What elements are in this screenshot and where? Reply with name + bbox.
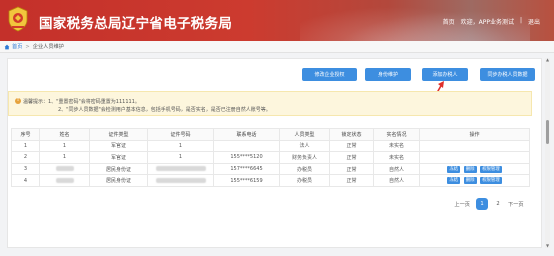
cell-id-type: 居民身份证 xyxy=(89,174,148,187)
cell-no: 3 xyxy=(11,162,40,176)
cell-id-no: 1 xyxy=(147,139,214,153)
breadcrumb-home[interactable]: 首页 xyxy=(12,43,22,50)
cell-role: 法人 xyxy=(279,139,330,153)
app-title: 国家税务总局辽宁省电子税务局 xyxy=(39,16,233,32)
breadcrumb-separator: > xyxy=(25,43,30,50)
app-header: 国家税务总局辽宁省电子税务局 首页 欢迎，APP业务测试 | 退出 xyxy=(0,0,554,41)
prev-page-link[interactable]: 上一页 xyxy=(454,201,470,208)
cell-name: 1 xyxy=(39,139,90,153)
cell-real: 未实名 xyxy=(373,151,420,164)
notice-box: ! 温馨提示：1、"重置密码"会将密码重置为111111。 2、"同步人员数据"… xyxy=(8,91,532,116)
redacted-id xyxy=(155,177,206,183)
cell-ops xyxy=(419,139,530,153)
col-header: 联系电话 xyxy=(213,128,280,141)
page-1[interactable]: 1 xyxy=(476,198,488,210)
scroll-up-icon[interactable]: ▲ xyxy=(545,58,550,62)
cell-id-no: 1 xyxy=(147,151,214,164)
cell-id-type: 军官证 xyxy=(89,139,148,153)
cell-no: 1 xyxy=(11,139,40,153)
identity-maintain-button[interactable]: 身份维护 xyxy=(365,68,411,81)
col-header: 实名情况 xyxy=(373,128,420,141)
vertical-scrollbar[interactable]: ▲ ▼ xyxy=(545,58,550,248)
cell-lock: 正常 xyxy=(329,162,374,176)
cell-phone: 155****5120 xyxy=(213,151,280,164)
cell-ops: 冻结 删除 权限管理 xyxy=(419,174,530,187)
scroll-thumb[interactable] xyxy=(546,120,549,144)
redacted-name xyxy=(55,177,74,183)
cell-id-type: 军官证 xyxy=(89,151,148,164)
home-link[interactable]: 首页 xyxy=(443,17,455,26)
pagination: 上一页 1 2 下一页 xyxy=(447,198,531,210)
cell-no: 4 xyxy=(11,174,40,187)
cell-lock: 正常 xyxy=(329,139,374,153)
permission-button[interactable]: 权限管理 xyxy=(480,177,502,185)
cell-real: 未实名 xyxy=(373,139,420,153)
notice-line-2: 2、"同步人员数据"会检测用户基本信息，包括手机号码，是否实名，是否已注册自然人… xyxy=(58,107,271,113)
breadcrumb: 首页 > 企业人员维护 xyxy=(0,41,554,53)
cell-id-no xyxy=(147,174,214,187)
welcome-user-link[interactable]: 欢迎，APP业务测试 xyxy=(461,17,514,26)
scroll-down-icon[interactable]: ▼ xyxy=(545,244,550,248)
redacted-id xyxy=(155,166,206,172)
permission-button[interactable]: 权限管理 xyxy=(480,165,502,173)
logout-link[interactable]: 退出 xyxy=(528,17,540,26)
col-header: 姓名 xyxy=(39,128,90,141)
top-links: 首页 欢迎，APP业务测试 | 退出 xyxy=(443,17,540,26)
col-header: 序号 xyxy=(11,128,40,141)
table-row: 4 居民身份证 155****6159 办税员 正常 自然人 冻结 删除 权限管… xyxy=(11,174,530,187)
tax-emblem-icon xyxy=(8,6,28,32)
next-page-link[interactable]: 下一页 xyxy=(508,201,524,208)
cell-role: 办税员 xyxy=(279,162,330,176)
col-header: 锁定状态 xyxy=(329,128,374,141)
table-row: 3 居民身份证 157****6645 办税员 正常 自然人 冻结 删除 权限管… xyxy=(11,162,530,176)
cell-ops: 冻结 删除 权限管理 xyxy=(419,162,530,176)
modify-company-auth-button[interactable]: 修改企业授权 xyxy=(302,68,357,81)
freeze-button[interactable]: 冻结 xyxy=(447,165,461,173)
cell-real: 自然人 xyxy=(373,174,420,187)
cell-name xyxy=(39,162,90,176)
col-header: 证件号码 xyxy=(147,128,214,141)
delete-button[interactable]: 删除 xyxy=(463,177,477,185)
cell-no: 2 xyxy=(11,151,40,164)
cell-name: 1 xyxy=(39,151,90,164)
redacted-name xyxy=(55,166,74,172)
freeze-button[interactable]: 冻结 xyxy=(447,177,461,185)
cell-id-type: 居民身份证 xyxy=(89,162,148,176)
home-icon xyxy=(4,44,10,49)
cell-id-no xyxy=(147,162,214,176)
cell-ops xyxy=(419,151,530,164)
sync-agent-data-button[interactable]: 同步办税人员数据 xyxy=(480,68,535,81)
cell-lock: 正常 xyxy=(329,151,374,164)
cell-name xyxy=(39,174,90,187)
table-row: 2 1 军官证 1 155****5120 财务负责人 正常 未实名 xyxy=(11,151,530,164)
col-header: 证件类型 xyxy=(89,128,148,141)
col-header: 操作 xyxy=(419,128,530,141)
cell-phone xyxy=(213,139,280,153)
cell-role: 办税员 xyxy=(279,174,330,187)
cell-role: 财务负责人 xyxy=(279,151,330,164)
table-row: 1 1 军官证 1 法人 正常 未实名 xyxy=(11,139,530,153)
cell-phone: 157****6645 xyxy=(213,162,280,176)
breadcrumb-current: 企业人员维护 xyxy=(32,44,64,50)
cell-phone: 155****6159 xyxy=(213,174,280,187)
separator: | xyxy=(519,17,522,24)
info-icon: ! xyxy=(15,98,21,104)
delete-button[interactable]: 删除 xyxy=(463,165,477,173)
cell-lock: 正常 xyxy=(329,174,374,187)
page-2[interactable]: 2 xyxy=(492,198,504,210)
notice-line-1: 温馨提示：1、"重置密码"会将密码重置为111111。 xyxy=(23,98,140,105)
staff-table: 序号 姓名 证件类型 证件号码 联系电话 人员类型 锁定状态 实名情况 操作 1… xyxy=(11,128,530,187)
table-header-row: 序号 姓名 证件类型 证件号码 联系电话 人员类型 锁定状态 实名情况 操作 xyxy=(11,128,530,141)
col-header: 人员类型 xyxy=(279,128,330,141)
cell-real: 自然人 xyxy=(373,162,420,176)
